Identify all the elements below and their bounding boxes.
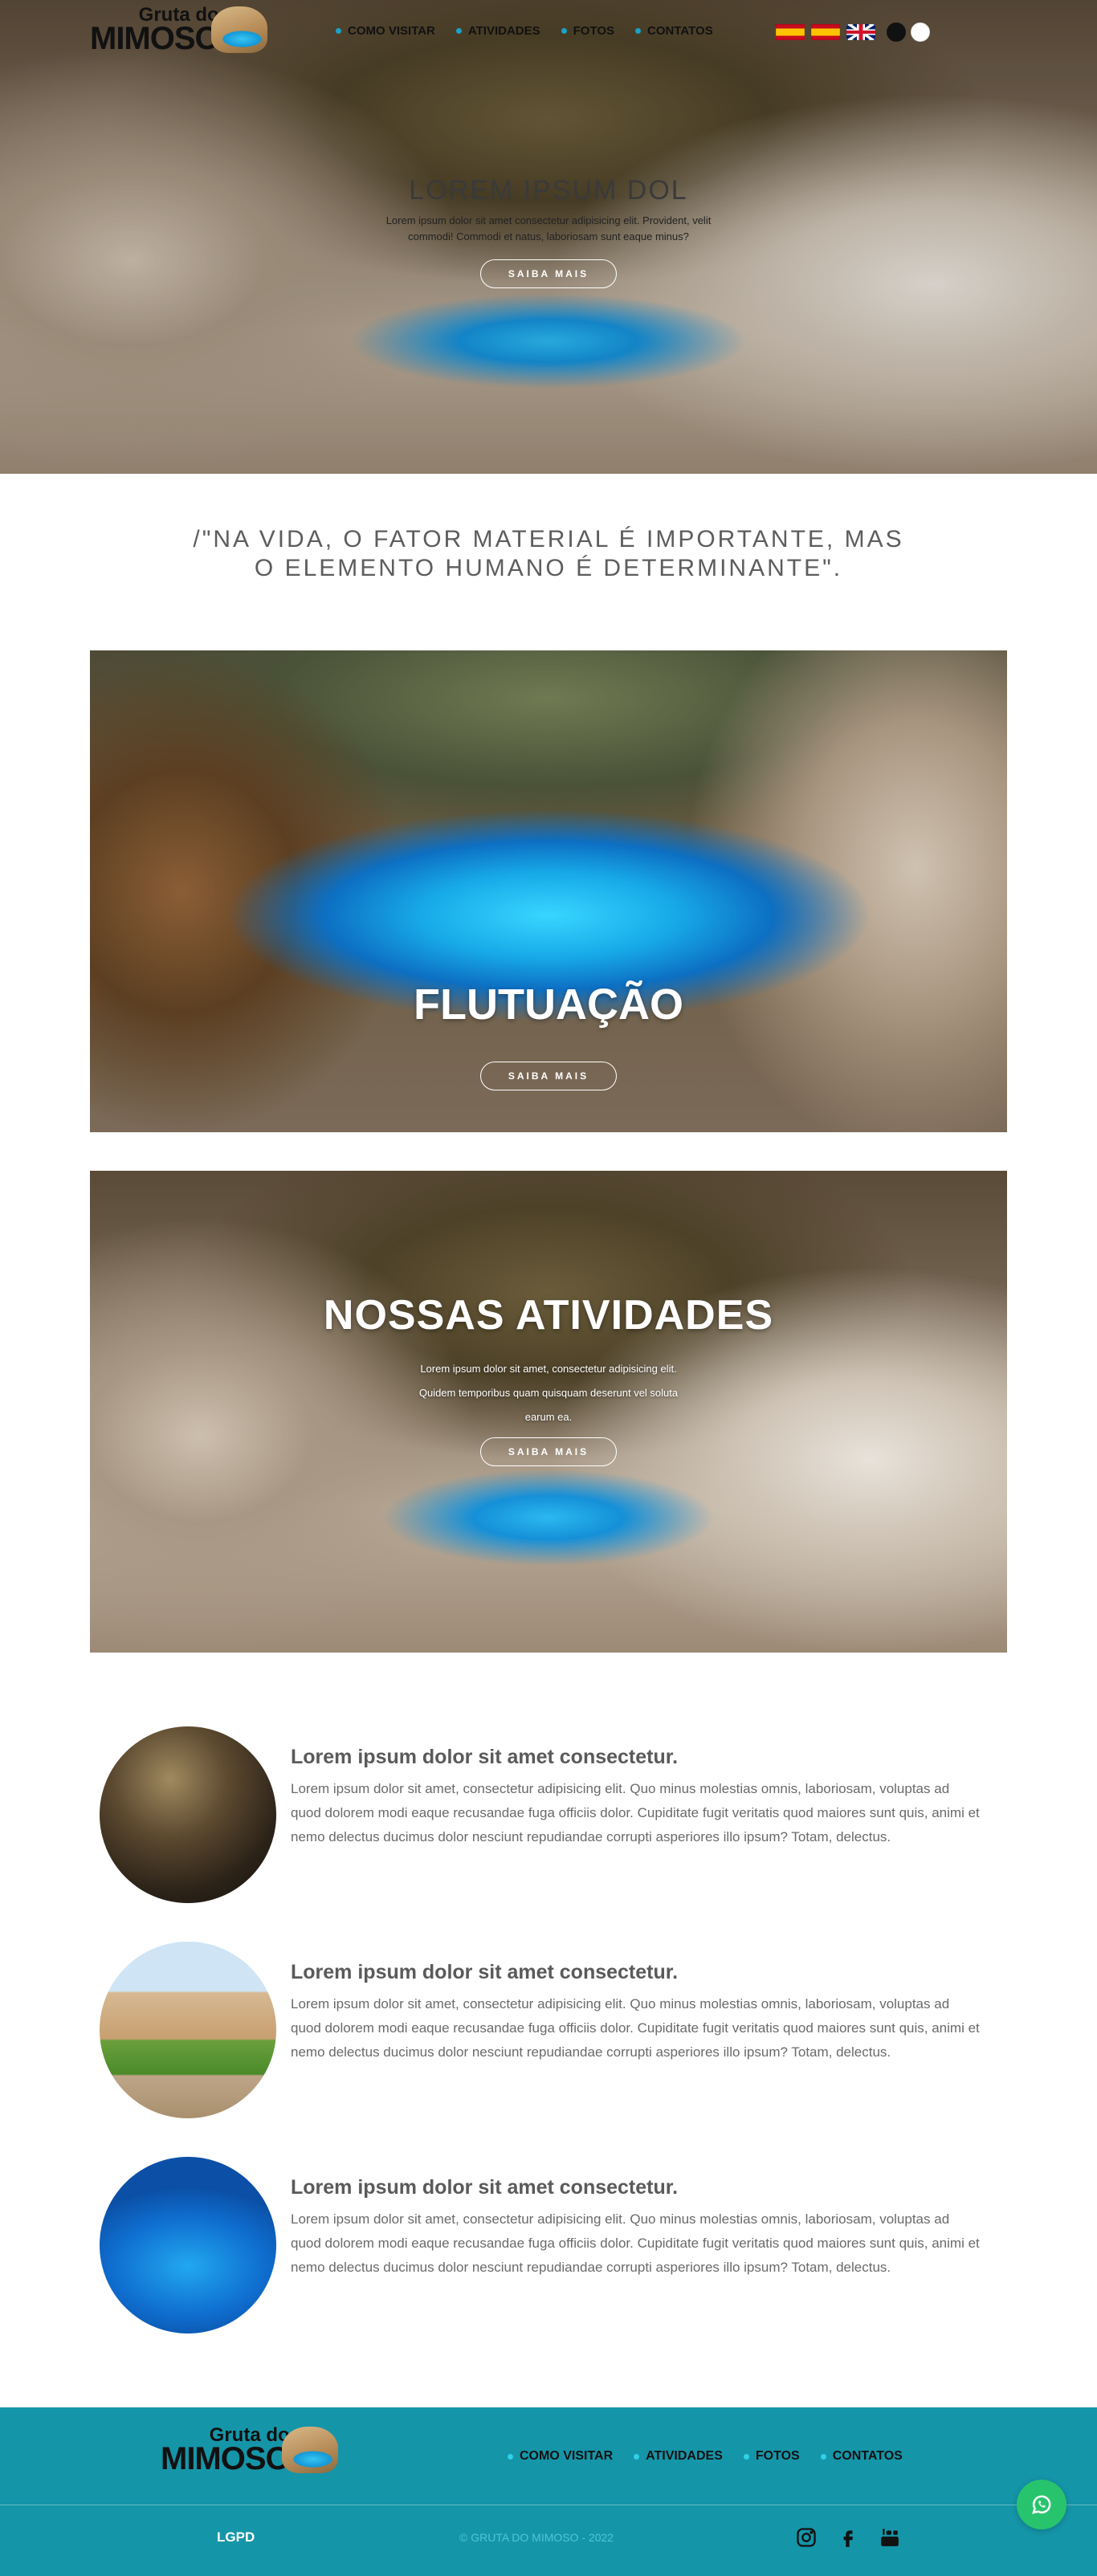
- list-item-text: Lorem ipsum dolor sit amet, consectetur …: [291, 1781, 980, 1844]
- bullet-icon: [743, 2453, 749, 2460]
- list-item-title: Lorem ipsum dolor sit amet consectetur.: [291, 1961, 679, 1983]
- list-item-text: Lorem ipsum dolor sit amet, consectetur …: [291, 1996, 980, 2060]
- bullet-icon: [455, 28, 462, 34]
- spanish-flag-icon[interactable]: [776, 24, 805, 40]
- nav-label: ATIVIDADES: [467, 24, 540, 38]
- hero-saiba-mais-button[interactable]: SAIBA MAIS: [479, 259, 618, 288]
- nav-label: CONTATOS: [647, 24, 713, 38]
- feature-title: FLUTUAÇÃO: [414, 980, 683, 1029]
- list-item-text: Lorem ipsum dolor sit amet, consectetur …: [291, 2211, 980, 2275]
- hero-banner: Gruta do MIMOSO COMO VISITAR ATIVIDADES …: [0, 0, 1097, 474]
- nav-item-atividades[interactable]: ATIVIDADES: [455, 24, 540, 38]
- bullet-icon: [635, 28, 642, 34]
- theme-toggle: [887, 22, 930, 42]
- nav-item-como-visitar[interactable]: COMO VISITAR: [336, 24, 435, 38]
- uk-flag-icon[interactable]: [846, 24, 875, 40]
- language-selector: [776, 24, 875, 40]
- footer-logo[interactable]: Gruta do MIMOSO: [161, 2426, 338, 2476]
- instagram-icon[interactable]: [793, 2525, 819, 2550]
- hero-subtitle: Lorem ipsum dolor sit amet consectetur a…: [385, 214, 712, 243]
- list-item-title: Lorem ipsum dolor sit amet consectetur.: [291, 2176, 679, 2199]
- youtube-icon[interactable]: [877, 2525, 903, 2550]
- nav-label: CONTATOS: [832, 2449, 903, 2463]
- bullet-icon: [820, 2453, 826, 2460]
- bullet-icon: [508, 2453, 513, 2460]
- whatsapp-button[interactable]: [1017, 2480, 1066, 2529]
- feature-overlay: NOSSAS ATIVIDADES Lorem ipsum dolor sit …: [90, 1291, 1007, 1466]
- logo-text-big: MIMOSO: [161, 2440, 291, 2476]
- feature-flutuacao: FLUTUAÇÃO SAIBA MAIS: [90, 650, 1007, 1132]
- main-nav: COMO VISITAR ATIVIDADES FOTOS CONTATOS: [336, 24, 713, 38]
- visitor-center-photo: [100, 1942, 276, 2118]
- nav-label: FOTOS: [573, 24, 615, 38]
- nav-label: COMO VISITAR: [520, 2449, 614, 2463]
- lgpd-link[interactable]: LGPD: [217, 2529, 255, 2545]
- site-logo[interactable]: Gruta do MIMOSO: [90, 6, 267, 56]
- facebook-icon[interactable]: [835, 2525, 861, 2550]
- whatsapp-icon: [1032, 2495, 1051, 2514]
- nav-label: ATIVIDADES: [646, 2449, 723, 2463]
- footer-nav-fotos[interactable]: FOTOS: [743, 2449, 800, 2464]
- list-item-title: Lorem ipsum dolor sit amet consectetur.: [291, 1746, 679, 1768]
- feature-nossas-atividades: NOSSAS ATIVIDADES Lorem ipsum dolor sit …: [90, 1171, 1007, 1653]
- feature-text: Lorem ipsum dolor sit amet, consectetur …: [418, 1363, 679, 1423]
- list-item: Lorem ipsum dolor sit amet consectetur. …: [100, 1726, 983, 1903]
- cave-logo-icon: [210, 6, 267, 53]
- copyright-text: © GRUTA DO MIMOSO - 2022: [459, 2531, 614, 2544]
- hero-content: LOREM IPSUM DOL Lorem ipsum dolor sit am…: [0, 175, 1097, 288]
- footer-nav: COMO VISITAR ATIVIDADES FOTOS CONTATOS: [508, 2449, 903, 2464]
- quote-text: /"NA VIDA, O FATOR MATERIAL É IMPORTANTE…: [193, 526, 904, 581]
- header: Gruta do MIMOSO COMO VISITAR ATIVIDADES …: [0, 0, 1097, 64]
- spanish-flag-icon[interactable]: [811, 24, 840, 40]
- cave-interior-photo: [100, 1726, 276, 1903]
- hero-title: LOREM IPSUM DOL: [409, 175, 688, 206]
- nav-item-fotos[interactable]: FOTOS: [561, 24, 614, 38]
- list-item: Lorem ipsum dolor sit amet consectetur. …: [100, 1942, 983, 2118]
- feature-overlay: FLUTUAÇÃO SAIBA MAIS: [90, 980, 1007, 1090]
- footer-nav-como-visitar[interactable]: COMO VISITAR: [508, 2449, 613, 2464]
- footer-nav-contatos[interactable]: CONTATOS: [820, 2449, 903, 2464]
- footer: Gruta do MIMOSO COMO VISITAR ATIVIDADES …: [0, 2407, 1097, 2576]
- dark-theme-toggle[interactable]: [887, 22, 906, 42]
- bullet-icon: [336, 28, 341, 34]
- nav-label: COMO VISITAR: [348, 24, 435, 38]
- social-links: [793, 2525, 903, 2550]
- light-theme-toggle[interactable]: [911, 22, 930, 42]
- bullet-icon: [634, 2453, 640, 2460]
- cave-logo-icon: [281, 2427, 338, 2473]
- logo-text-big: MIMOSO: [90, 20, 220, 56]
- nav-item-contatos[interactable]: CONTATOS: [635, 24, 713, 38]
- footer-nav-atividades[interactable]: ATIVIDADES: [634, 2449, 723, 2464]
- list-item: Lorem ipsum dolor sit amet consectetur. …: [100, 2157, 983, 2333]
- bullet-icon: [561, 28, 567, 34]
- feature-title: NOSSAS ATIVIDADES: [323, 1292, 774, 1339]
- flutuacao-saiba-mais-button[interactable]: SAIBA MAIS: [479, 1062, 618, 1090]
- snorkeling-photo: [100, 2157, 276, 2333]
- info-list: Lorem ipsum dolor sit amet consectetur. …: [100, 1726, 983, 2372]
- nav-label: FOTOS: [755, 2449, 800, 2463]
- atividades-saiba-mais-button[interactable]: SAIBA MAIS: [479, 1437, 618, 1466]
